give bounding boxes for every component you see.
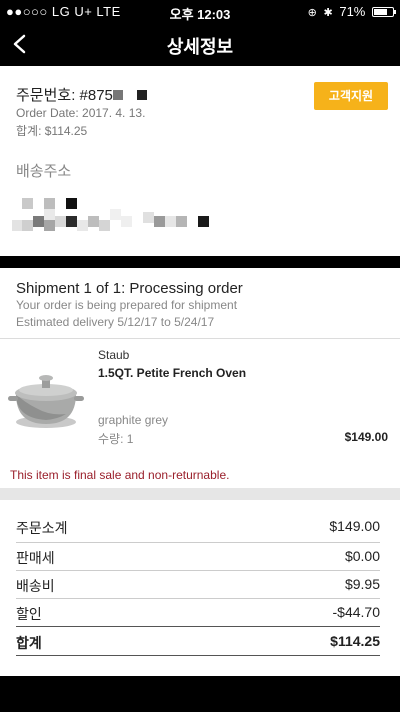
nav-bar: 상세정보: [0, 22, 400, 66]
order-summary-card: 주문번호: #875 Order Date: 2017. 4. 13. 합계: …: [0, 66, 400, 256]
product-quantity: 수량: 1: [98, 432, 134, 446]
shipment-status: Your order is being prepared for shipmen…: [16, 298, 238, 312]
final-sale-notice: This item is final sale and non-returnab…: [10, 468, 230, 482]
redacted-block: [198, 216, 209, 227]
estimated-delivery: Estimated delivery 5/12/17 to 5/24/17: [16, 315, 215, 329]
redacted-block: [112, 90, 123, 100]
summary-row-discount: 할인 -$44.70: [16, 604, 380, 622]
redacted-block: [154, 216, 165, 227]
redacted-block: [66, 198, 77, 209]
status-right: ⊕ ✱ 71%: [307, 4, 396, 19]
redacted-block: [110, 209, 121, 220]
divider: [0, 338, 400, 339]
redacted-block: [44, 220, 55, 231]
redacted-block: [55, 216, 66, 227]
order-detail-content: 주문번호: #875 Order Date: 2017. 4. 13. 합계: …: [0, 66, 400, 712]
order-date: Order Date: 2017. 4. 13.: [16, 106, 146, 120]
shipping-address-label: 배송주소: [16, 163, 72, 180]
summary-row-total: 합계 $114.25: [16, 633, 380, 651]
bottom-bar: [0, 676, 400, 712]
order-total: 합계: $114.25: [16, 124, 88, 138]
product-image: [8, 375, 84, 428]
order-number: 주문번호: #875: [16, 84, 147, 105]
summary-row-subtotal: 주문소계 $149.00: [16, 518, 380, 536]
summary-row-shipping: 배송비 $9.95: [16, 576, 380, 594]
redacted-block: [44, 209, 55, 220]
redacted-block: [99, 220, 110, 231]
status-bar: ●●○○○ LG U+ LTE 오후 12:03 ⊕ ✱ 71%: [0, 0, 400, 22]
redacted-block: [22, 220, 33, 231]
summary-row-tax: 판매세 $0.00: [16, 548, 380, 566]
redacted-block: [88, 216, 99, 227]
shipment-title: Shipment 1 of 1: Processing order: [16, 280, 243, 297]
product-price: $149.00: [344, 430, 388, 444]
page-title: 상세정보: [166, 37, 234, 57]
product-color: graphite grey: [98, 413, 169, 427]
redacted-block: [33, 216, 44, 227]
redacted-block: [176, 216, 187, 227]
redacted-block: [165, 216, 176, 227]
battery-icon: [372, 7, 396, 17]
redacted-block: [66, 216, 77, 227]
section-divider: [0, 488, 400, 500]
section-divider: [0, 256, 400, 268]
redacted-block: [121, 216, 132, 227]
customer-support-button[interactable]: 고객지원: [314, 82, 388, 110]
redacted-block: [136, 90, 147, 100]
redacted-block: [44, 198, 55, 209]
product-brand: Staub: [98, 348, 130, 362]
redacted-block: [143, 212, 154, 223]
redacted-block: [77, 220, 88, 231]
lock-rotation-icon: ⊕: [307, 7, 317, 19]
divider: [16, 655, 380, 656]
redacted-block: [22, 198, 33, 209]
battery-percent: 71%: [339, 4, 366, 19]
bluetooth-icon: ✱: [323, 7, 333, 19]
product-name: 1.5QT. Petite French Oven: [98, 366, 247, 380]
